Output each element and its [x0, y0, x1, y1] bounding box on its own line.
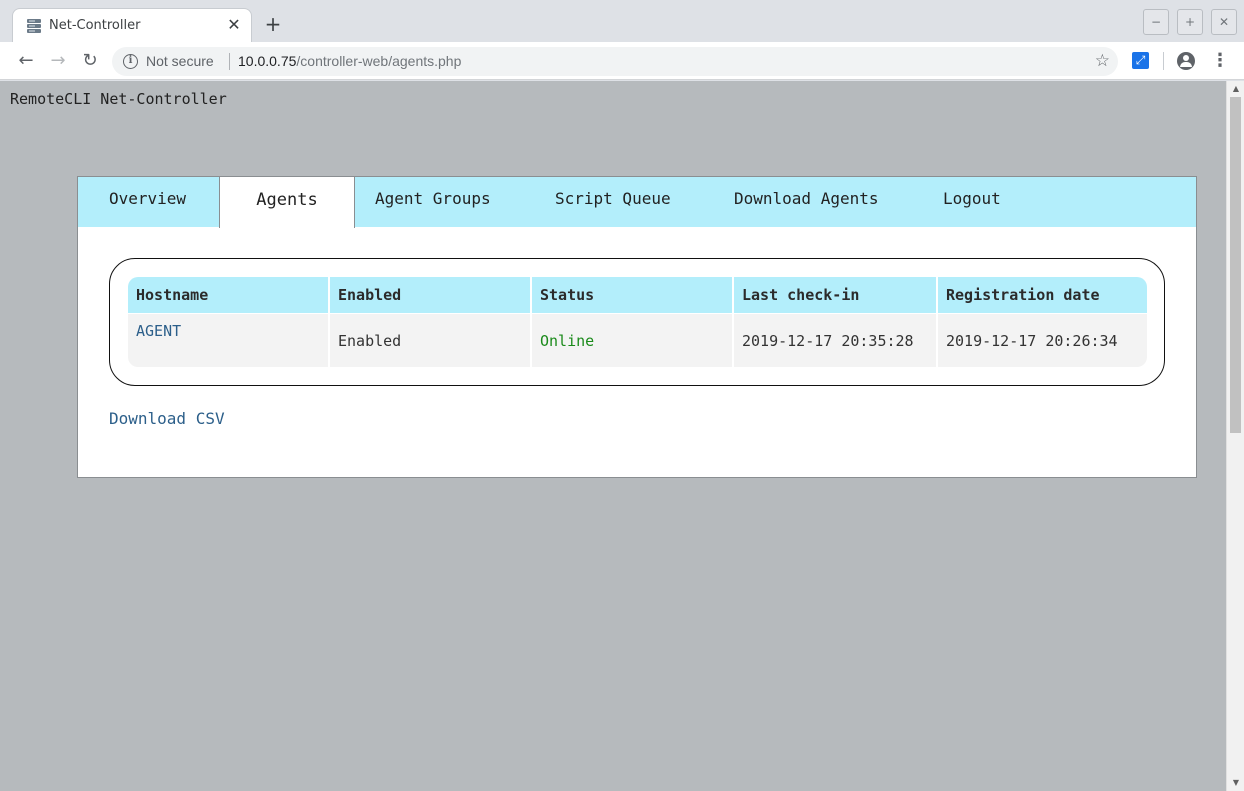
- agents-table-container: Hostname Enabled Status Last check-in Re…: [109, 258, 1165, 386]
- column-header-registration-date[interactable]: Registration date: [938, 277, 1147, 313]
- vertical-scrollbar[interactable]: ▲ ▼: [1226, 81, 1244, 791]
- tab-logout[interactable]: Logout: [943, 177, 1001, 227]
- back-arrow-icon[interactable]: ←: [15, 50, 37, 72]
- toolbar-separator: [1163, 52, 1164, 70]
- registration-date-cell: 2019-12-17 20:26:34: [938, 313, 1147, 367]
- account-icon[interactable]: [1177, 52, 1195, 70]
- agents-table: Hostname Enabled Status Last check-in Re…: [128, 277, 1147, 367]
- nav-tabbar: Overview Agents Agent Groups Script Queu…: [78, 176, 1196, 228]
- status-cell: Online: [532, 313, 734, 367]
- table-header-row: Hostname Enabled Status Last check-in Re…: [128, 277, 1147, 313]
- minimize-button[interactable]: −: [1143, 9, 1169, 35]
- forward-arrow-icon[interactable]: →: [47, 50, 69, 72]
- scrollbar-thumb[interactable]: [1230, 97, 1241, 433]
- column-header-hostname[interactable]: Hostname: [128, 277, 330, 313]
- url-text[interactable]: 10.0.0.75/controller-web/agents.php: [238, 53, 461, 69]
- page-viewport: RemoteCLI Net-Controller Overview Agents…: [0, 81, 1226, 791]
- hostname-cell: AGENT: [128, 313, 330, 367]
- download-csv-link[interactable]: Download CSV: [109, 409, 225, 428]
- table-row: AGENT Enabled Online 2019-12-17 20:35:28…: [128, 313, 1147, 367]
- tab-overview[interactable]: Overview: [109, 177, 186, 227]
- browser-toolbar: ← → ↻ i Not secure 10.0.0.75/controller-…: [0, 42, 1244, 80]
- tab-script-queue[interactable]: Script Queue: [555, 177, 671, 227]
- tab-download-agents[interactable]: Download Agents: [734, 177, 879, 227]
- security-label[interactable]: Not secure: [146, 53, 214, 69]
- extension-icon[interactable]: ⤢: [1132, 52, 1149, 69]
- kebab-menu-icon[interactable]: ⋮: [1211, 50, 1229, 72]
- reload-icon[interactable]: ↻: [79, 50, 101, 72]
- close-tab-icon[interactable]: ✕: [225, 16, 243, 34]
- bookmark-star-icon[interactable]: ☆: [1095, 51, 1110, 71]
- address-bar[interactable]: i Not secure 10.0.0.75/controller-web/ag…: [112, 47, 1118, 76]
- url-host: 10.0.0.75: [238, 53, 297, 69]
- maximize-button[interactable]: +: [1177, 9, 1203, 35]
- content-panel: Overview Agents Agent Groups Script Queu…: [77, 176, 1197, 478]
- column-header-last-checkin[interactable]: Last check-in: [734, 277, 938, 313]
- server-icon: [27, 19, 41, 33]
- scroll-up-arrow-icon[interactable]: ▲: [1231, 84, 1241, 94]
- address-separator: [229, 53, 230, 70]
- close-window-button[interactable]: ✕: [1211, 9, 1237, 35]
- column-header-enabled[interactable]: Enabled: [330, 277, 532, 313]
- agent-hostname-link[interactable]: AGENT: [136, 322, 181, 340]
- tab-agents[interactable]: Agents: [219, 176, 355, 228]
- new-tab-button[interactable]: +: [262, 13, 284, 35]
- last-checkin-cell: 2019-12-17 20:35:28: [734, 313, 938, 367]
- url-path: /controller-web/agents.php: [296, 53, 462, 69]
- browser-tab[interactable]: Net-Controller ✕: [12, 8, 252, 42]
- scroll-down-arrow-icon[interactable]: ▼: [1231, 778, 1241, 788]
- tab-agent-groups[interactable]: Agent Groups: [375, 177, 491, 227]
- site-title: RemoteCLI Net-Controller: [10, 90, 227, 108]
- info-icon[interactable]: i: [123, 54, 138, 69]
- status-online-text: Online: [540, 331, 595, 350]
- column-header-status[interactable]: Status: [532, 277, 734, 313]
- enabled-cell: Enabled: [330, 313, 532, 367]
- browser-titlebar: Net-Controller ✕ + − + ✕: [0, 0, 1244, 42]
- tab-title: Net-Controller: [49, 18, 141, 33]
